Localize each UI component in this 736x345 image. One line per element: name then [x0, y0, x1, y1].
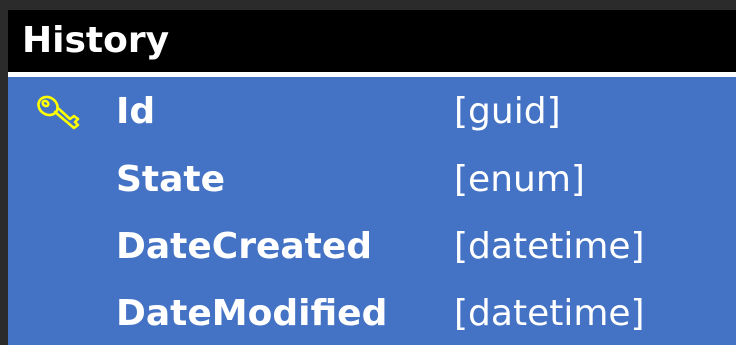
- field-type: [enum]: [454, 159, 585, 200]
- entity-table-history: History Id [guid] State [enum] DateCreat…: [8, 10, 736, 345]
- header-divider: [8, 72, 736, 77]
- field-type: [guid]: [454, 91, 561, 132]
- field-name: State: [116, 159, 226, 200]
- entity-header: History: [8, 10, 736, 72]
- field-name: DateModified: [116, 293, 388, 334]
- field-name: Id: [116, 91, 156, 132]
- field-row-datecreated: DateCreated [datetime]: [8, 215, 736, 281]
- field-row-state: State [enum]: [8, 148, 736, 214]
- field-name: DateCreated: [116, 226, 373, 267]
- field-row-datemodified: DateModified [datetime]: [8, 282, 736, 345]
- key-icon: [37, 95, 80, 130]
- field-row-id: Id [guid]: [8, 80, 736, 146]
- entity-title: History: [22, 20, 170, 61]
- field-type: [datetime]: [454, 226, 645, 267]
- field-type: [datetime]: [454, 293, 645, 334]
- diagram-canvas: History Id [guid] State [enum] DateCreat…: [0, 0, 736, 345]
